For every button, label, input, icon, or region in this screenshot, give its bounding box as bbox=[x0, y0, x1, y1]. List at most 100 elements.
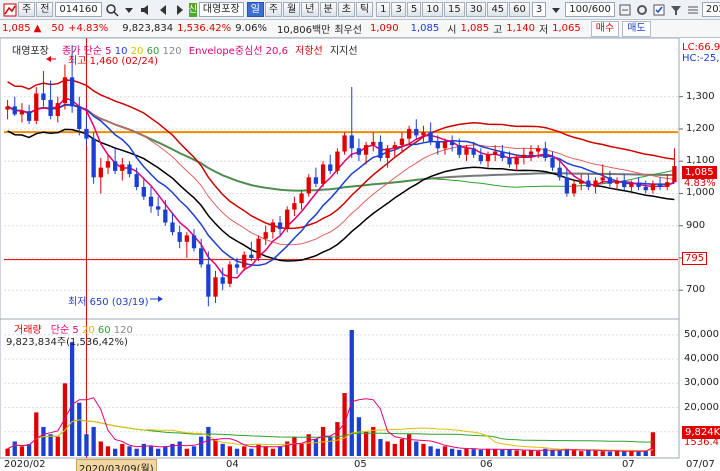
minute-tab-5[interactable]: 5 bbox=[406, 2, 422, 17]
zoom-icon[interactable] bbox=[618, 3, 632, 17]
candle-body bbox=[5, 106, 10, 110]
type-tab[interactable]: 전 bbox=[36, 2, 54, 17]
stock-code-input[interactable]: 014160 bbox=[55, 2, 102, 17]
volume-bar bbox=[328, 436, 333, 456]
price-tick-label: 1,100 bbox=[686, 155, 715, 167]
candle-body bbox=[12, 106, 17, 115]
minute-tab-45[interactable]: 45 bbox=[487, 2, 509, 17]
candle-body bbox=[471, 148, 476, 155]
minute-tab-30[interactable]: 30 bbox=[465, 2, 487, 17]
stock-name: 대영포장 bbox=[198, 2, 244, 17]
stock-badge: 신 bbox=[188, 2, 197, 17]
volume-bar bbox=[579, 451, 584, 456]
price-tick-label: 700 bbox=[686, 284, 706, 296]
volume-bar bbox=[163, 446, 168, 456]
volume-bar bbox=[105, 446, 111, 456]
candle-body bbox=[557, 167, 562, 178]
volume-bar bbox=[507, 449, 512, 456]
dropdown-arrow-icon[interactable] bbox=[122, 3, 136, 17]
candle-body bbox=[328, 164, 333, 171]
settings-icon[interactable] bbox=[635, 3, 649, 17]
volume-bar bbox=[184, 448, 189, 456]
minute-tab-10[interactable]: 10 bbox=[422, 2, 443, 17]
price-tick-label: 1,200 bbox=[686, 122, 715, 134]
candle-body bbox=[392, 145, 397, 149]
volume-bar bbox=[363, 431, 369, 456]
stock-chart[interactable] bbox=[0, 38, 720, 471]
volume-tag-secondary: 1536.4 bbox=[684, 437, 719, 448]
volume-bar bbox=[493, 449, 498, 456]
candle-body bbox=[62, 77, 68, 104]
candle-body bbox=[485, 154, 491, 162]
candle-body bbox=[528, 151, 534, 155]
checkbox-icon[interactable] bbox=[652, 3, 666, 17]
minute-tab-15[interactable]: 15 bbox=[443, 2, 465, 17]
period-tab-5[interactable]: 초 bbox=[337, 2, 355, 17]
candle-body bbox=[148, 196, 154, 207]
minute-tab-3[interactable]: 3 bbox=[391, 2, 406, 17]
next-icon[interactable] bbox=[173, 3, 187, 17]
volume-bar bbox=[457, 449, 462, 456]
period-tab-6[interactable]: 틱 bbox=[355, 2, 374, 17]
volume-bar bbox=[19, 446, 25, 456]
candle-body bbox=[320, 164, 326, 184]
candle-body bbox=[385, 148, 390, 158]
candle-body bbox=[206, 264, 211, 297]
speaker-icon[interactable] bbox=[139, 3, 153, 17]
volume-bar bbox=[277, 446, 283, 456]
candle-body bbox=[543, 148, 548, 158]
volume-bar bbox=[134, 448, 139, 456]
level-tag: 795 bbox=[682, 252, 708, 265]
candle-body bbox=[48, 99, 53, 117]
volume-bar bbox=[500, 449, 505, 456]
volume-bar bbox=[148, 446, 154, 456]
volume-bar bbox=[41, 426, 46, 456]
candle-body bbox=[191, 235, 197, 249]
period-tab-3[interactable]: 년 bbox=[301, 2, 319, 17]
volume-bar bbox=[242, 446, 247, 456]
period-tab-2[interactable]: 월 bbox=[283, 2, 301, 17]
volume-bar bbox=[385, 441, 390, 456]
date-input[interactable]: 2020/07/07 bbox=[701, 2, 720, 17]
candle-body bbox=[363, 145, 369, 155]
buy-button[interactable]: 매수 bbox=[590, 20, 620, 37]
volume-bar bbox=[249, 448, 254, 456]
minute-tab-60[interactable]: 60 bbox=[509, 2, 530, 17]
sell-button[interactable]: 매도 bbox=[622, 20, 651, 37]
market-tab[interactable]: 주 bbox=[18, 2, 36, 17]
candle-body bbox=[356, 148, 362, 155]
candle-body bbox=[213, 277, 218, 297]
filter-icon[interactable] bbox=[669, 3, 683, 17]
volume-bar bbox=[227, 446, 233, 456]
volume-bar bbox=[263, 446, 268, 456]
candle-body bbox=[141, 187, 146, 197]
candle-body bbox=[199, 248, 204, 265]
volume-bar bbox=[335, 422, 340, 456]
chevron-down-icon[interactable] bbox=[549, 3, 563, 17]
candle-body bbox=[665, 182, 670, 187]
volume-bar bbox=[91, 426, 96, 456]
period-tab-4[interactable]: 분 bbox=[319, 2, 337, 17]
volume-bar bbox=[421, 443, 426, 456]
candle-body bbox=[672, 166, 677, 183]
period-tab-0[interactable]: 일 bbox=[246, 2, 264, 17]
candle-body bbox=[378, 141, 383, 158]
x-label-06: 06 bbox=[480, 459, 493, 470]
volume-tick-label: 20,000 bbox=[684, 401, 719, 413]
prev-icon[interactable] bbox=[156, 3, 170, 17]
candle-body bbox=[650, 183, 656, 191]
volume-bar bbox=[550, 449, 555, 456]
list-icon[interactable] bbox=[686, 3, 700, 17]
lc-value: LC:66.9 bbox=[682, 42, 720, 53]
volume-bar bbox=[528, 450, 534, 456]
candle-body bbox=[234, 264, 240, 268]
page-display: 100/600 bbox=[565, 2, 615, 17]
x-label-07: 07 bbox=[622, 459, 635, 470]
minute-tabs: 1 3 5 10 15 30 45 60 bbox=[375, 2, 530, 17]
search-icon[interactable] bbox=[105, 3, 119, 17]
candle-body bbox=[607, 177, 613, 184]
period-tab-1[interactable]: 주 bbox=[264, 2, 283, 17]
volume-bar bbox=[199, 436, 204, 456]
minute-tab-1[interactable]: 1 bbox=[376, 2, 391, 17]
count-select[interactable]: 3 bbox=[531, 2, 547, 17]
